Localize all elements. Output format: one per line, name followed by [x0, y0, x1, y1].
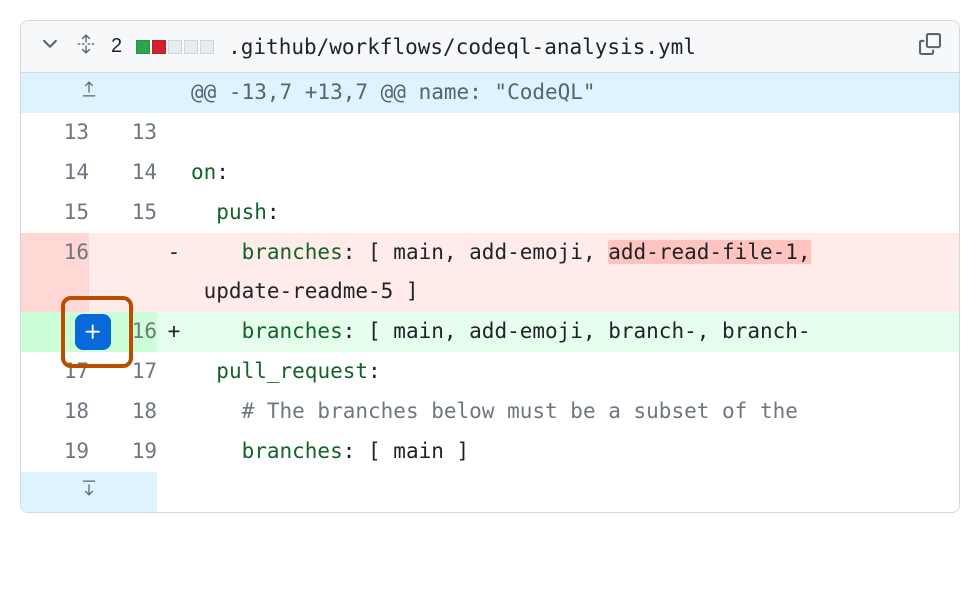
diff-table: @@ -13,7 +13,7 @@ name: "CodeQL" 13 13 1…	[21, 73, 959, 512]
line-num-new[interactable]: 16	[89, 312, 157, 352]
add-comment-button[interactable]	[75, 314, 111, 350]
hunk-header-row: @@ -13,7 +13,7 @@ name: "CodeQL"	[21, 73, 959, 113]
line-num-old[interactable]: 14	[21, 153, 89, 193]
diff-marker-plus: +	[157, 312, 191, 352]
chevron-down-icon[interactable]	[39, 33, 61, 60]
code-line: branches: [ main, add-emoji, add-read-fi…	[191, 233, 959, 273]
line-num-old[interactable]: 13	[21, 113, 89, 153]
change-count: 2	[111, 35, 122, 58]
line-num-new[interactable]: 17	[89, 352, 157, 392]
code-line: pull_request:	[191, 352, 959, 392]
line-num-new[interactable]: 14	[89, 153, 157, 193]
line-num-old[interactable]: 18	[21, 392, 89, 432]
diff-line: 19 19 branches: [ main ]	[21, 432, 959, 472]
file-header: 2 .github/workflows/codeql-analysis.yml	[21, 21, 959, 73]
line-num-new[interactable]	[89, 233, 157, 273]
line-num-new[interactable]: 18	[89, 392, 157, 432]
diff-line: 18 18 # The branches below must be a sub…	[21, 392, 959, 432]
diff-container: 2 .github/workflows/codeql-analysis.yml …	[20, 20, 960, 513]
diff-stat-del	[152, 40, 166, 54]
expand-up-button[interactable]	[21, 73, 157, 113]
copy-icon[interactable]	[919, 33, 941, 60]
diff-line: 14 14 on:	[21, 153, 959, 193]
diff-stat-neutral	[168, 40, 182, 54]
diff-stat-neutral	[200, 40, 214, 54]
line-num-old[interactable]: 15	[21, 193, 89, 233]
diff-stat-add	[136, 40, 150, 54]
expand-all-icon[interactable]	[75, 33, 97, 60]
diff-stat-neutral	[184, 40, 198, 54]
diff-stat	[136, 40, 214, 54]
line-num-old[interactable]: 16	[21, 233, 89, 273]
code-line: # The branches below must be a subset of…	[191, 392, 959, 432]
line-num-new[interactable]: 13	[89, 113, 157, 153]
line-num-old[interactable]: 19	[21, 432, 89, 472]
line-num-new[interactable]: 19	[89, 432, 157, 472]
line-num-new[interactable]: 15	[89, 193, 157, 233]
code-line: update-readme-5 ]	[191, 272, 959, 312]
code-line: branches: [ main, add-emoji, branch-, br…	[191, 312, 959, 352]
line-num-old[interactable]: 17	[21, 352, 89, 392]
plus-icon	[83, 322, 103, 342]
code-line: branches: [ main ]	[191, 432, 959, 472]
diff-marker-minus: -	[157, 233, 191, 273]
diff-line-deleted-wrap: update-readme-5 ]	[21, 272, 959, 312]
hunk-text: @@ -13,7 +13,7 @@ name: "CodeQL"	[191, 73, 959, 113]
diff-line-added: 16 + branches: [ main, add-emoji, branch…	[21, 312, 959, 352]
expand-down-button[interactable]	[21, 472, 157, 512]
expand-down-row	[21, 472, 959, 512]
code-line: push:	[191, 193, 959, 233]
diff-line: 15 15 push:	[21, 193, 959, 233]
file-path[interactable]: .github/workflows/codeql-analysis.yml	[228, 35, 905, 59]
diff-line: 13 13	[21, 113, 959, 153]
diff-line-deleted: 16 - branches: [ main, add-emoji, add-re…	[21, 233, 959, 273]
diff-line: 17 17 pull_request:	[21, 352, 959, 392]
code-line: on:	[191, 153, 959, 193]
